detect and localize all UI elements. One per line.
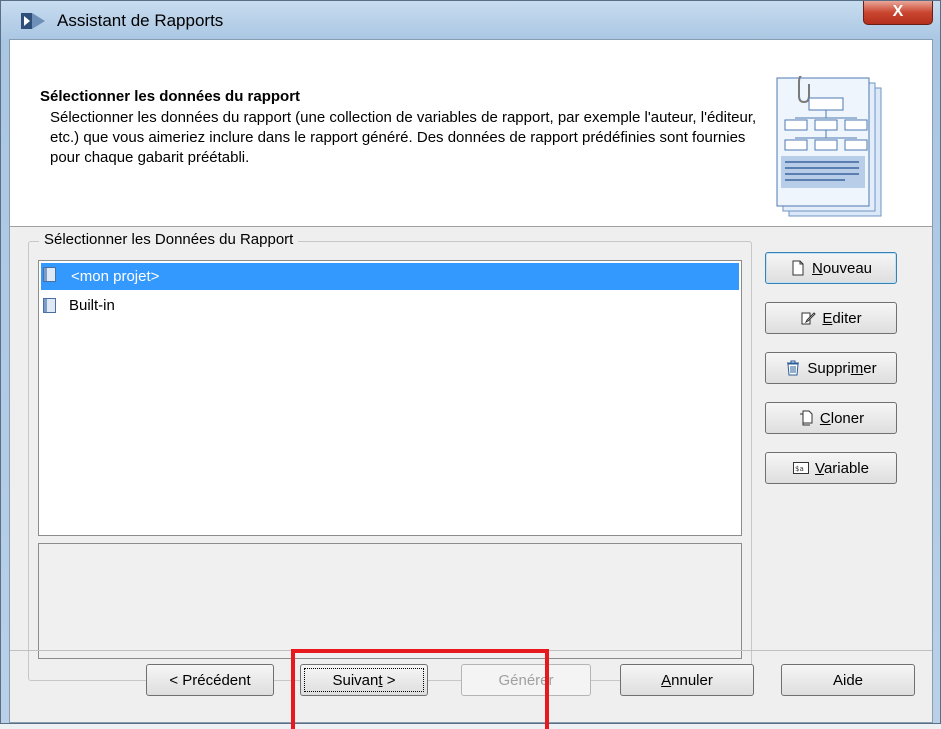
close-icon: X <box>892 3 904 20</box>
label-part: er <box>863 359 877 377</box>
nouveau-label: Nouveau <box>812 260 872 277</box>
clone-icon <box>799 410 813 426</box>
svg-text:$a: $a <box>795 465 804 473</box>
label-part: ariable <box>823 459 869 477</box>
supprimer-button[interactable]: Supprimer <box>765 352 897 384</box>
aide-label: Aide <box>832 671 864 689</box>
list-item-built-in[interactable]: Built-in <box>39 292 741 319</box>
report-data-icon <box>43 267 56 282</box>
dialog-content: Sélectionner les données du rapport Séle… <box>9 39 933 723</box>
variable-icon: $a <box>793 462 810 474</box>
trash-icon <box>787 360 800 376</box>
step-description: Sélectionner les données du rapport (une… <box>50 109 757 166</box>
mnemonic: N <box>811 259 823 277</box>
mnemonic: E <box>822 309 833 327</box>
aide-button[interactable]: Aide <box>781 664 915 696</box>
label-part: ouveau <box>822 259 873 277</box>
list-item-mon-projet[interactable]: <mon projet> <box>41 263 739 290</box>
report-data-group: Sélectionner les Données du Rapport <mon… <box>28 231 752 681</box>
report-data-icon <box>43 298 56 313</box>
mnemonic: m <box>850 359 864 377</box>
highlight-box <box>291 649 549 729</box>
annuler-label: Annuler <box>661 672 713 689</box>
list-item-label: Built-in <box>69 297 115 314</box>
cloner-label: Cloner <box>820 410 864 427</box>
variable-label: Variable <box>815 460 869 477</box>
description-panel <box>38 543 742 659</box>
app-logo-icon <box>21 13 45 29</box>
precedent-button[interactable]: < Précédent <box>146 664 274 696</box>
list-item-label: <mon projet> <box>71 268 160 285</box>
editer-label: Editer <box>822 310 861 327</box>
report-document-illustration <box>776 76 882 217</box>
report-wizard-window: Assistant de Rapports X Sélectionner les… <box>0 0 941 729</box>
mnemonic: A <box>661 671 672 689</box>
label-part: nnuler <box>671 671 713 689</box>
window-title: Assistant de Rapports <box>57 11 224 30</box>
mnemonic: C <box>819 409 831 427</box>
nouveau-button[interactable]: Nouveau <box>765 252 897 284</box>
label-part: diter <box>832 309 862 327</box>
step-title: Sélectionner les données du rapport <box>40 88 301 105</box>
group-label: Sélectionner les Données du Rapport <box>39 231 299 248</box>
precedent-label: < Précédent <box>169 671 251 689</box>
variable-button[interactable]: $a Variable <box>765 452 897 484</box>
close-button[interactable]: X <box>863 1 933 25</box>
edit-icon <box>801 312 817 325</box>
label-part: loner <box>830 409 865 427</box>
new-document-icon <box>792 260 804 276</box>
editer-button[interactable]: Editer <box>765 302 897 334</box>
supprimer-label: Supprimer <box>807 360 876 377</box>
wizard-header: Sélectionner les données du rapport Séle… <box>10 40 932 227</box>
mnemonic: V <box>815 459 824 477</box>
annuler-button[interactable]: Annuler <box>620 664 754 696</box>
label-part: Suppri <box>807 359 851 377</box>
report-data-list[interactable]: <mon projet> Built-in <box>38 260 742 536</box>
cloner-button[interactable]: Cloner <box>765 402 897 434</box>
title-bar[interactable]: Assistant de Rapports X <box>1 1 940 39</box>
